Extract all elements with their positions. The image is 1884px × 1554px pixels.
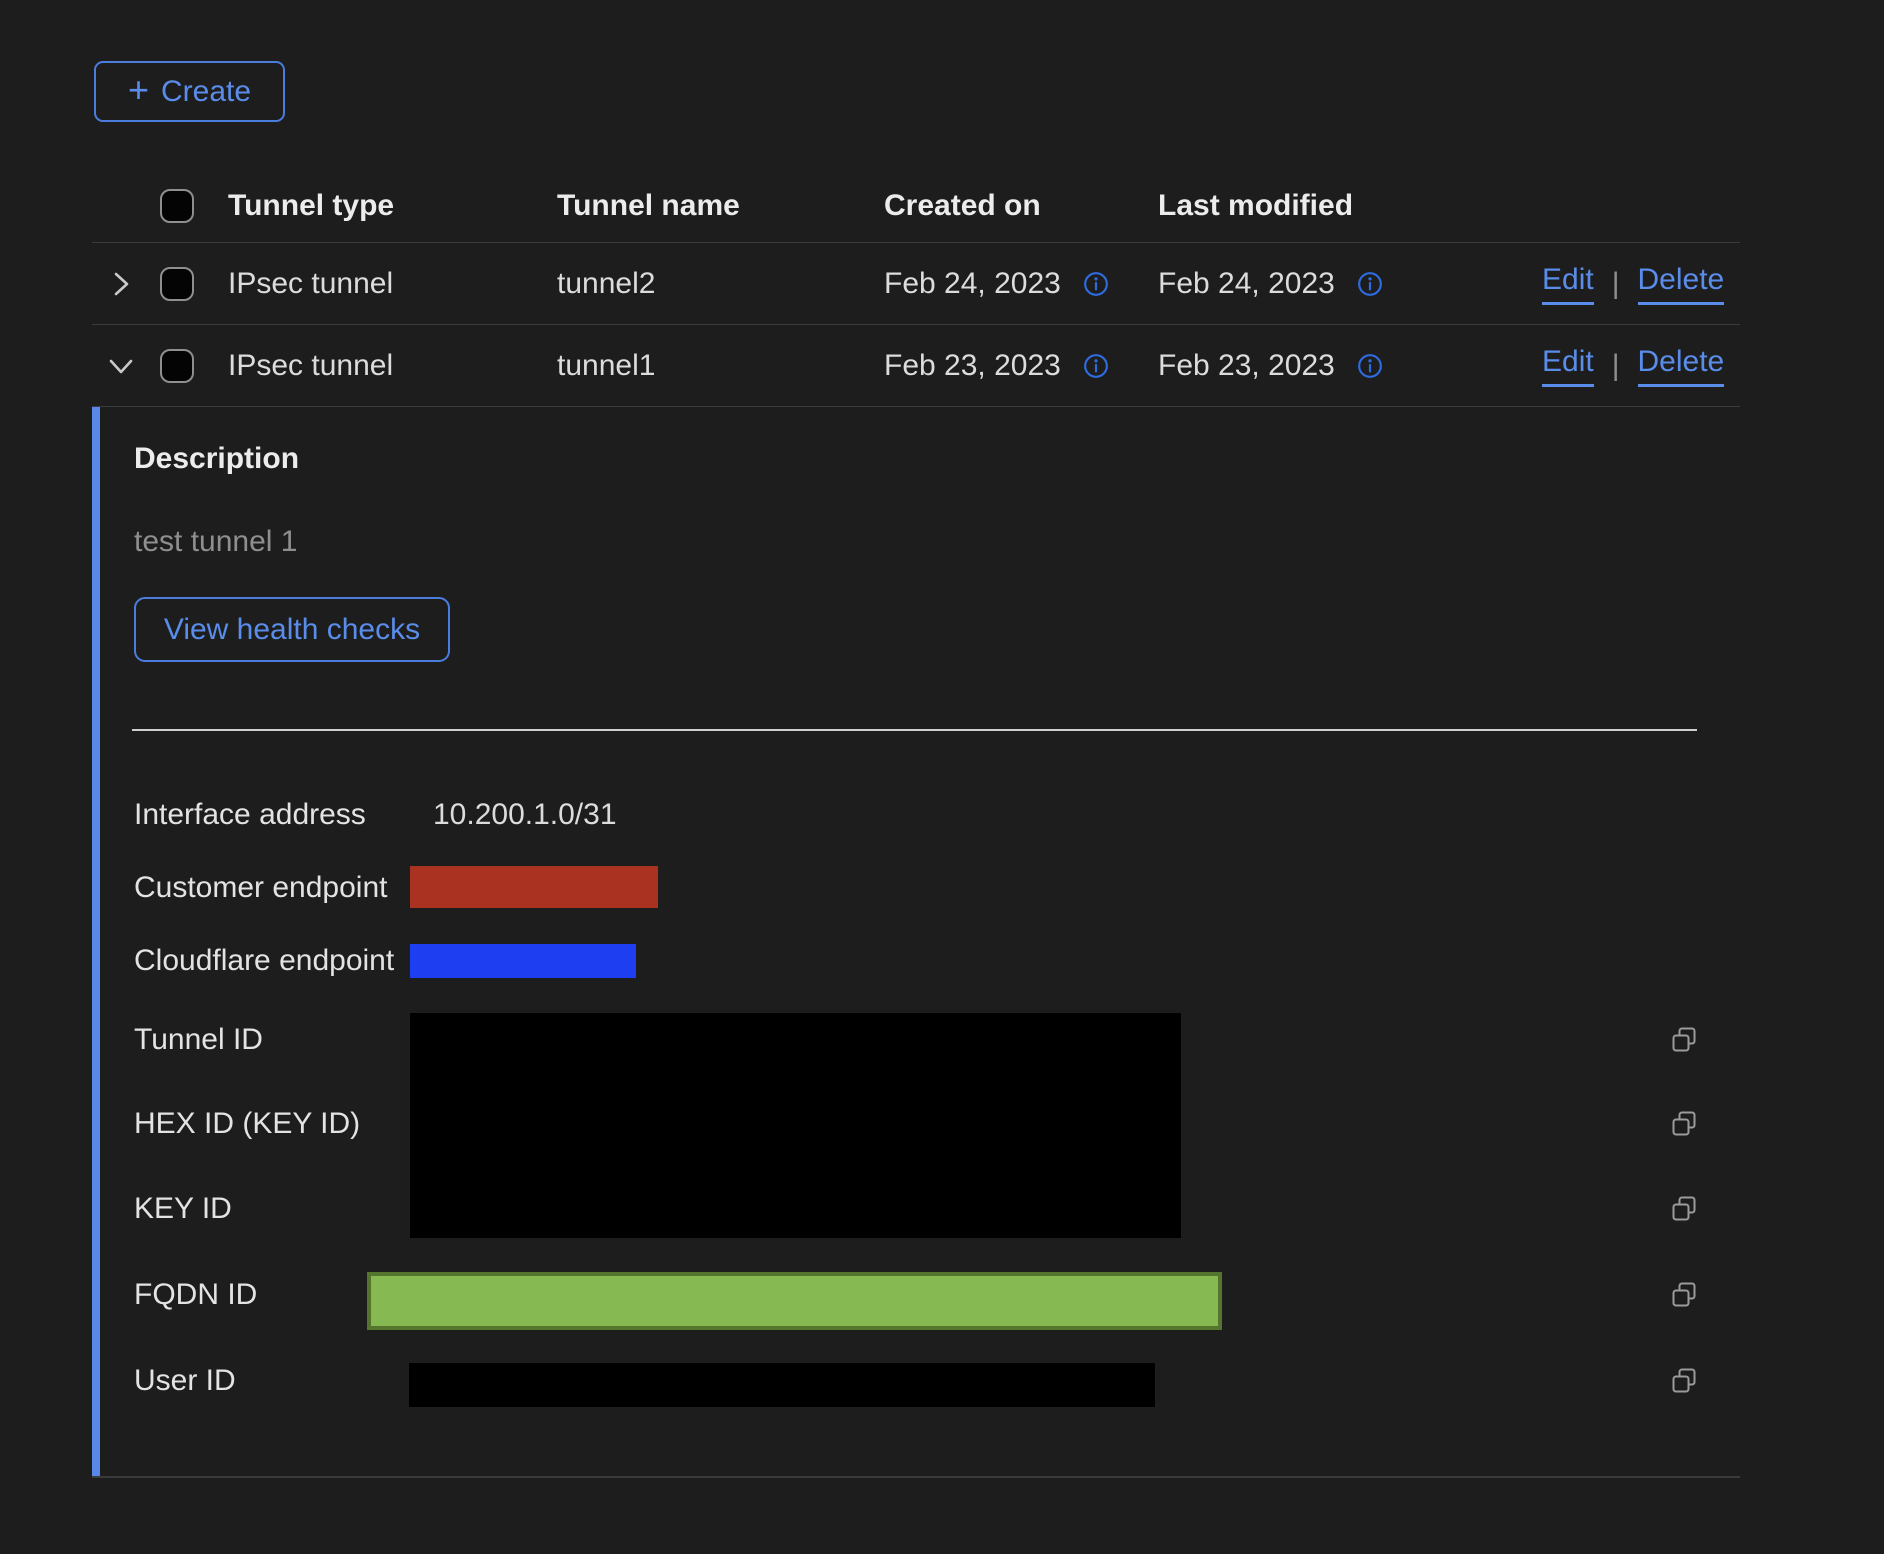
delete-link[interactable]: Delete [1638,263,1725,305]
table-row: IPsec tunnel tunnel1 Feb 23, 2023 Feb 23… [92,325,1740,407]
info-icon[interactable] [1357,271,1383,297]
ids-redacted-block [410,1013,1181,1238]
section-divider [132,729,1697,731]
cloudflare-endpoint-redacted-value [410,944,636,978]
link-separator: | [1612,349,1620,383]
edit-link[interactable]: Edit [1542,263,1594,305]
collapse-chevron-down-icon[interactable] [98,355,144,377]
info-icon[interactable] [1083,271,1109,297]
description-value: test tunnel 1 [134,525,297,559]
copy-icon[interactable] [1670,1195,1698,1223]
tunnels-page: + Create Tunnel type Tunnel name Created… [0,0,1884,1554]
customer-endpoint-label: Customer endpoint [134,870,387,906]
interface-address-value: 10.200.1.0/31 [433,797,617,833]
created-on-cell: Feb 23, 2023 [884,349,1061,383]
tunnel-name-cell: tunnel1 [557,349,655,383]
tunnel-name-cell: tunnel2 [557,267,655,301]
delete-link[interactable]: Delete [1638,345,1725,387]
copy-icon[interactable] [1670,1026,1698,1054]
copy-icon[interactable] [1670,1110,1698,1138]
last-modified-cell: Feb 24, 2023 [1158,267,1335,301]
select-all-checkbox[interactable] [160,189,194,223]
create-button[interactable]: + Create [94,61,285,122]
created-on-cell: Feb 24, 2023 [884,267,1061,301]
table-header-row: Tunnel type Tunnel name Created on Last … [92,170,1740,243]
column-header-created-on: Created on [884,189,1041,223]
tunnel-detail-panel: Description test tunnel 1 View health ch… [92,407,1740,1478]
info-icon[interactable] [1357,353,1383,379]
tunnel-id-label: Tunnel ID [134,1022,263,1058]
column-header-last-modified: Last modified [1158,189,1353,223]
fqdn-id-label: FQDN ID [134,1277,257,1313]
cloudflare-endpoint-label: Cloudflare endpoint [134,943,394,979]
panel-accent-bar [92,407,100,1478]
interface-address-label: Interface address [134,797,366,833]
link-separator: | [1612,267,1620,301]
fqdn-id-redacted-value [367,1272,1222,1330]
last-modified-cell: Feb 23, 2023 [1158,349,1335,383]
table-row: IPsec tunnel tunnel2 Feb 24, 2023 Feb 24… [92,243,1740,325]
tunnels-table: Tunnel type Tunnel name Created on Last … [92,170,1740,407]
create-button-label: Create [161,75,251,109]
customer-endpoint-redacted-value [410,866,658,908]
user-id-redacted-value [409,1363,1155,1407]
key-id-label: KEY ID [134,1191,232,1227]
tunnel-type-cell: IPsec tunnel [228,267,393,301]
user-id-label: User ID [134,1363,236,1399]
column-header-tunnel-name: Tunnel name [557,189,740,223]
copy-icon[interactable] [1670,1281,1698,1309]
expand-chevron-right-icon[interactable] [98,269,144,299]
description-heading: Description [134,442,299,476]
row-checkbox[interactable] [160,349,194,383]
column-header-tunnel-type: Tunnel type [228,189,394,223]
view-health-checks-button[interactable]: View health checks [134,597,450,662]
edit-link[interactable]: Edit [1542,345,1594,387]
hex-id-label: HEX ID (KEY ID) [134,1106,360,1142]
row-checkbox[interactable] [160,267,194,301]
info-icon[interactable] [1083,353,1109,379]
panel-bottom-border [92,1476,1740,1478]
tunnel-type-cell: IPsec tunnel [228,349,393,383]
copy-icon[interactable] [1670,1367,1698,1395]
plus-icon: + [128,72,149,108]
